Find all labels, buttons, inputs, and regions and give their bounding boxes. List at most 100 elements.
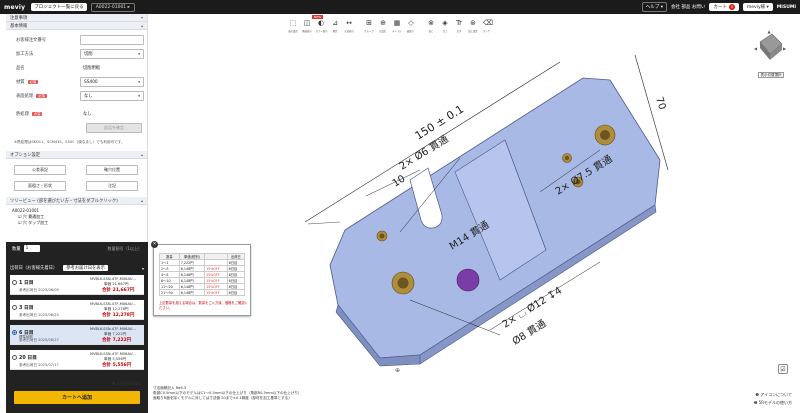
quantity-input[interactable]: 1	[23, 245, 40, 252]
surface-select[interactable]: なし ▾	[80, 91, 144, 101]
chevron-up-icon: ▴	[140, 152, 143, 157]
cart-count-badge: 3	[728, 4, 735, 10]
chamfer-icon: ◇	[408, 19, 414, 27]
tool-section-button[interactable]: ◫ 断面表示	[300, 16, 314, 38]
section-title: ツリービュー (部を選びたい方・寸法をダブルクリック)	[10, 198, 118, 204]
thread-icon: ⊗	[428, 19, 434, 27]
section-tree-view[interactable]: ツリービュー (部を選びたい方・寸法をダブルクリック) ▴	[6, 197, 147, 205]
project-name[interactable]: A0022-01001 ▸	[90, 2, 135, 12]
tool-clear-button[interactable]: ⌫ クリア	[480, 16, 494, 38]
material-select[interactable]: SS400 ▾	[80, 77, 144, 87]
total-price: 合計 12,278円	[102, 313, 135, 318]
tool-thread-button[interactable]: ⊗ ねじ	[424, 16, 438, 38]
radio-button[interactable]	[12, 330, 17, 335]
back-to-projects-button[interactable]: プロジェクト一覧に戻る	[31, 3, 87, 11]
heat-note: ※熱処理はSKD11、SCM435、S50C（焼なまし）でも利用可です。	[14, 139, 125, 144]
quote-option[interactable]: 20 日目 MVBLK-SSN-47F-M06AU… 単価 5,556円 合計 …	[10, 350, 144, 370]
finish-icon: ◈	[442, 19, 448, 27]
radio-button[interactable]	[12, 280, 17, 285]
tool-hole-button[interactable]: ⊕ 穴設定	[376, 16, 390, 38]
section-options[interactable]: オプション設定 ▴	[6, 151, 147, 159]
tool-label: 仕上	[442, 29, 448, 33]
section-order-notes[interactable]: 注意事項 ▾	[6, 14, 147, 22]
price-cell: 21〜30	[159, 289, 180, 296]
add-to-cart-button[interactable]: カートへ追加	[14, 391, 140, 404]
required-badge: 必須	[36, 94, 47, 98]
tool-color-button[interactable]: ◐ カラー表示	[314, 16, 328, 38]
field-process: 加工方法 切削 ▾	[6, 47, 147, 61]
field-product-name: 品名 切削用板	[6, 61, 147, 75]
show-delivery-date-button[interactable]: 参考お届け日を表示	[63, 265, 108, 271]
quote-option-selected[interactable]: 6 日目 標準納期 MVBLK-SSN-47F-M06AU… 単価 7,222円…	[10, 325, 144, 345]
top-links[interactable]: 会社 部品 お問い	[671, 4, 705, 10]
radio-button[interactable]	[12, 355, 17, 360]
tool-label: カラー表示	[315, 29, 328, 33]
section-icon: ◫	[303, 19, 311, 27]
confirm-part-button[interactable]: 部品を確定	[86, 123, 142, 133]
price-cell: 6,148円	[178, 289, 206, 296]
section-basic-info[interactable]: 基本情報 ▴	[6, 22, 147, 30]
view-select-button[interactable]: 表示切替選択	[758, 72, 784, 78]
footnote-line: 面取りR面を除くモデルに対しては寸法値 20まで±0.1精度（部材を加工基準とす…	[153, 396, 292, 400]
tool-dimension-button[interactable]: ↔ 寸法表示	[342, 16, 356, 38]
quote-panel: 数量 1 数量割引（1以上） 出荷日（お客様先着日） 参考お届け日を表示 ▾ 1…	[6, 242, 148, 413]
view-cube[interactable]: ▲ ◀ ▶	[752, 28, 788, 68]
quantity-label: 数量	[12, 246, 21, 252]
tool-label: グループ	[364, 29, 374, 33]
price-cell: 15%OFF	[204, 289, 228, 296]
option-roughness-button[interactable]: 面粗さ・形状	[14, 181, 66, 191]
model-help-link[interactable]: ❷ 5Rモデルの使い方	[754, 400, 792, 406]
tree-item[interactable]: ☑ 穴 タップ加工	[12, 220, 141, 226]
tool-cube-button[interactable]: ⬚ 表示設定	[286, 16, 300, 38]
help-menu[interactable]: ヘルプ ▾	[641, 2, 667, 12]
field-label: 品名	[16, 66, 25, 71]
process-select[interactable]: 切削 ▾	[80, 49, 144, 59]
tool-finish-button[interactable]: ◈ 仕上	[438, 16, 452, 38]
part-number: MVBLK-SSN-47F-M06AU…	[90, 302, 137, 306]
drawing-footnote: 寸法面積記入 Ra6.3 角部C0.5mm以下のモデルはC1〜0.5mm以下の仕…	[153, 386, 302, 401]
chevron-down-icon: ▾	[141, 265, 144, 271]
chevron-down-icon: ▾	[140, 15, 143, 20]
cart-label: カート	[713, 5, 727, 10]
quantity-discount-link[interactable]: 数量割引（1以上）	[107, 246, 142, 252]
select-value: なし	[84, 94, 93, 99]
label-text: 材質	[16, 80, 25, 85]
part-3d-view[interactable]: 150 ± 0.1 2× Ø6 貫通 70 2× Ø7.5 貫通 10 M14 …	[152, 40, 752, 385]
quote-option[interactable]: 1 日目 MVBLK-SSN-47F-M06AU… 単価 21,667円 合計 …	[10, 275, 144, 295]
m14-tap-hole[interactable]	[456, 268, 480, 292]
close-icon[interactable]: ✕	[151, 241, 158, 248]
tool-measure-button[interactable]: ⊿ 測定	[328, 16, 342, 38]
icon-help-link[interactable]: ❶ アイコンについて	[755, 392, 792, 398]
part-number: MVBLK-SSN-47F-M06AU…	[90, 277, 137, 281]
select-value: 切削	[84, 52, 93, 57]
option-hole-position-button[interactable]: 軸穴位置	[86, 165, 138, 175]
ship-date-spec-link[interactable]: ❶ 出荷日の指定	[112, 381, 141, 387]
tool-label: テーブル	[392, 29, 402, 33]
hole-icon: ⊕	[380, 19, 386, 27]
tool-text-button[interactable]: Tr 文字	[452, 16, 466, 38]
hole-inner	[379, 233, 385, 239]
radio-button[interactable]	[12, 305, 17, 310]
tool-table-button[interactable]: ▦ テーブル	[390, 16, 404, 38]
tool-group-button[interactable]: ⊞ グループ	[362, 16, 376, 38]
part-number: MVBLK-SSN-47F-M06AU…	[90, 352, 137, 356]
tool-feature-button[interactable]: ⊛ 加工設定	[466, 16, 480, 38]
user-menu[interactable]: meviy様 ▾	[742, 3, 773, 11]
clear-icon: ⌫	[483, 19, 493, 27]
field-label: お客様注文番号	[16, 38, 47, 43]
checklist-icon[interactable]: ☑	[778, 364, 788, 374]
tool-label: 加工設定	[468, 29, 478, 33]
quote-option[interactable]: 3 日目 MVBLK-SSN-47F-M06AU… 単価 12,278円 合計 …	[10, 300, 144, 320]
option-tolerance-button[interactable]: 公差表記	[14, 165, 66, 175]
tool-label: 表示設定	[288, 29, 298, 33]
tool-label: クリア	[483, 29, 491, 33]
customer-order-input[interactable]	[80, 35, 144, 45]
tool-label: 文字	[456, 29, 462, 33]
cart-button[interactable]: カート 3	[709, 3, 739, 11]
tool-label: 寸法表示	[344, 29, 354, 33]
option-notes-button[interactable]: 注記	[86, 181, 138, 191]
tool-label: 断面表示	[302, 29, 312, 33]
tool-label: 測定	[332, 29, 338, 33]
chevron-down-icon: ▾	[138, 80, 140, 84]
tool-chamfer-button[interactable]: ◇ 面取り	[404, 16, 418, 38]
